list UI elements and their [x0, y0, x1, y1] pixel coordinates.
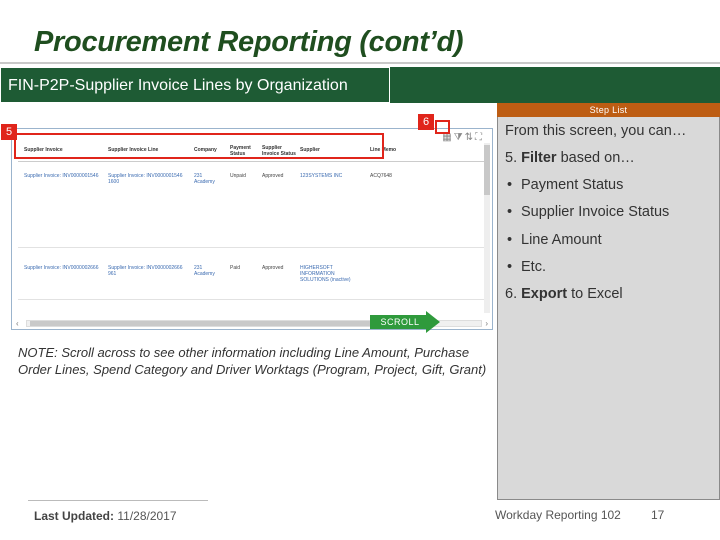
fullscreen-icon[interactable]: ⛶ — [475, 132, 484, 143]
scroll-right-icon[interactable]: › — [485, 319, 488, 328]
table-cell[interactable]: 123SYSTEMS INC — [300, 173, 364, 179]
title-divider — [0, 62, 720, 64]
table-cell: Unpaid — [230, 173, 246, 179]
filter-icon[interactable]: ⧩ — [454, 132, 465, 143]
last-updated-label: Last Updated: — [34, 509, 115, 523]
table-cell: Paid — [230, 265, 241, 271]
step-5-action: Filter — [521, 150, 557, 166]
bullet-item: • Etc. — [507, 259, 546, 275]
header-divider — [18, 161, 488, 162]
step-6: 6. Export to Excel — [505, 286, 623, 302]
row-divider — [18, 247, 488, 248]
step-5-text: based on… — [560, 150, 635, 166]
table-cell[interactable]: Supplier Invoice: INV0000001546 1600 — [108, 173, 188, 185]
report-name: FIN-P2P-Supplier Invoice Lines by Organi… — [0, 67, 390, 103]
table-cell[interactable]: Supplier Invoice: INV0000001546 — [24, 173, 104, 179]
table-cell[interactable]: HIGHERSOFT INFORMATION SOLUTIONS (inacti… — [300, 265, 364, 283]
scroll-left-icon[interactable]: ‹ — [16, 319, 19, 328]
slide-title: Procurement Reporting (cont’d) — [34, 26, 464, 58]
step-list-header: Step List — [497, 103, 720, 117]
step-marker-5: 5 — [1, 124, 17, 140]
table-cell[interactable]: 231 Academy — [194, 265, 224, 277]
export-icon-highlight — [435, 120, 450, 134]
step-marker-6: 6 — [418, 114, 434, 130]
table-cell: Approved — [262, 265, 284, 271]
scroll-label: SCROLL — [380, 317, 420, 327]
bullet-item: • Supplier Invoice Status — [507, 204, 670, 220]
step-intro: From this screen, you can… — [505, 123, 687, 139]
course-name: Workday Reporting 102 — [495, 508, 621, 522]
footer-divider — [28, 500, 208, 501]
table-cell[interactable]: 231 Academy — [194, 173, 224, 185]
step-5-number: 5. — [505, 150, 518, 166]
table-cell: Approved — [262, 173, 284, 179]
last-updated: Last Updated: 11/28/2017 — [34, 509, 177, 523]
bullet-item: • Payment Status — [507, 177, 624, 193]
column-header-highlight — [14, 133, 384, 159]
table-cell[interactable]: Supplier Invoice: INV0000002666 961 — [108, 265, 188, 277]
step-6-action: Export — [521, 286, 568, 302]
vertical-scroll-thumb[interactable] — [484, 145, 490, 195]
page-number: 17 — [651, 508, 665, 522]
sort-icon[interactable]: ⇅ — [465, 132, 475, 143]
scroll-note: NOTE: Scroll across to see other informa… — [18, 345, 487, 377]
step-6-text: to Excel — [571, 286, 623, 302]
table-cell: ACQ7648 — [370, 173, 392, 179]
step-5: 5. Filter based on… — [505, 150, 635, 166]
bullet-item: • Line Amount — [507, 232, 602, 248]
last-updated-date: 11/28/2017 — [117, 509, 177, 523]
row-divider — [18, 299, 488, 300]
step-6-number: 6. — [505, 286, 518, 302]
table-cell[interactable]: Supplier Invoice: INV0000002666 — [24, 265, 104, 271]
